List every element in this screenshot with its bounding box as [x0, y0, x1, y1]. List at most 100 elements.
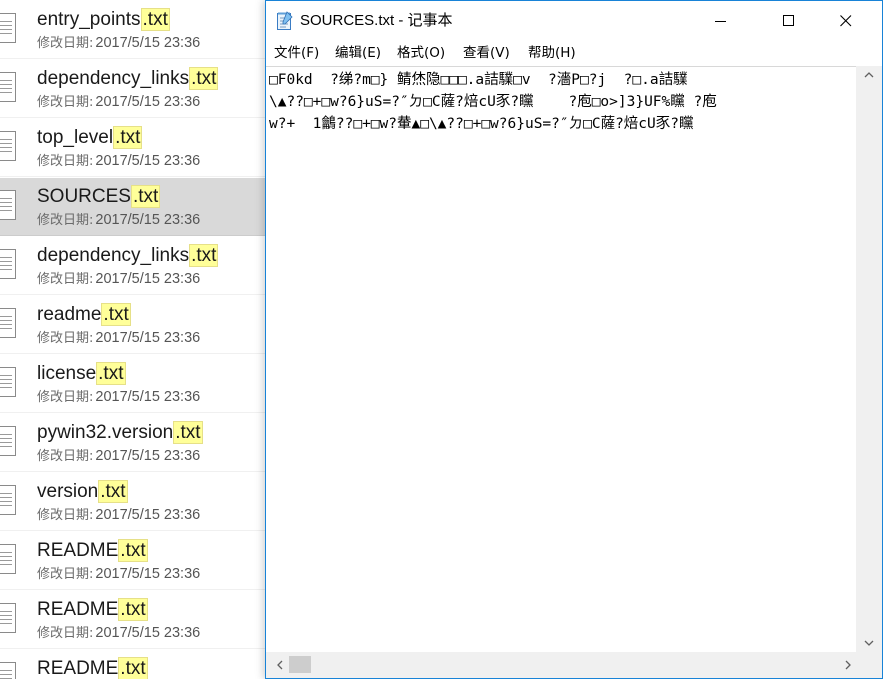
- file-name-base: top_level: [37, 127, 114, 148]
- modified-label: 修改日期:: [37, 626, 94, 641]
- modified-label: 修改日期:: [37, 508, 94, 523]
- file-name: README .txt: [37, 656, 148, 679]
- file-extension-highlight: .txt: [130, 185, 161, 208]
- modified-date: 2017/5/15 23:36: [95, 389, 201, 405]
- text-file-icon: [0, 367, 16, 397]
- file-name-base: SOURCES: [37, 186, 131, 207]
- chevron-down-icon: [864, 640, 874, 646]
- close-button[interactable]: [823, 1, 869, 41]
- search-result-item[interactable]: README .txt 修改日期: 2017/5/15 23:36: [0, 532, 268, 590]
- file-name: README .txt: [37, 538, 148, 564]
- modified-date: 2017/5/15 23:36: [95, 153, 201, 169]
- title-bar[interactable]: SOURCES.txt - 记事本: [266, 1, 882, 41]
- notepad-window: SOURCES.txt - 记事本 文件(F) 编辑(E) 格式(O) 查看(V…: [265, 0, 883, 679]
- search-result-item[interactable]: entry_points .txt 修改日期: 2017/5/15 23:36: [0, 1, 268, 59]
- file-extension-highlight: .txt: [118, 657, 148, 679]
- file-modified-meta: 修改日期: 2017/5/15 23:36: [37, 270, 200, 289]
- file-name-base: entry_points: [37, 9, 141, 30]
- modified-date: 2017/5/15 23:36: [95, 507, 201, 523]
- menu-edit[interactable]: 编辑(E): [335, 44, 381, 62]
- menu-bar: 文件(F) 编辑(E) 格式(O) 查看(V) 帮助(H): [266, 41, 882, 65]
- search-result-item[interactable]: license .txt 修改日期: 2017/5/15 23:36: [0, 355, 268, 413]
- modified-date: 2017/5/15 23:36: [95, 94, 201, 110]
- modified-date: 2017/5/15 23:36: [95, 330, 201, 346]
- file-name: dependency_links .txt: [37, 243, 219, 269]
- file-name: SOURCES .txt: [37, 184, 161, 210]
- notepad-icon: [276, 11, 293, 31]
- file-name-base: readme: [37, 304, 102, 325]
- menu-format[interactable]: 格式(O): [397, 44, 445, 62]
- search-result-item[interactable]: README .txt 修改日期: 2017/5/15 23:36: [0, 591, 268, 649]
- text-file-icon: [0, 603, 16, 633]
- file-name: version .txt: [37, 479, 128, 505]
- modified-date: 2017/5/15 23:36: [95, 35, 201, 51]
- vertical-scrollbar[interactable]: [856, 66, 882, 652]
- file-name: top_level .txt: [37, 125, 143, 151]
- modified-label: 修改日期:: [37, 331, 94, 346]
- file-name: license .txt: [37, 361, 126, 387]
- file-name: readme .txt: [37, 302, 131, 328]
- file-extension-highlight: .txt: [173, 421, 203, 444]
- maximize-button[interactable]: [766, 1, 812, 41]
- chevron-up-icon: [864, 72, 874, 78]
- text-file-icon: [0, 13, 16, 43]
- search-result-item[interactable]: readme .txt 修改日期: 2017/5/15 23:36: [0, 296, 268, 354]
- desktop-screen: entry_points .txt 修改日期: 2017/5/15 23:36 depe…: [0, 0, 883, 679]
- menu-help[interactable]: 帮助(H): [528, 44, 576, 62]
- horizontal-scroll-thumb[interactable]: [289, 656, 311, 673]
- file-modified-meta: 修改日期: 2017/5/15 23:36: [37, 506, 200, 525]
- file-modified-meta: 修改日期: 2017/5/15 23:36: [37, 624, 200, 643]
- text-file-icon: [0, 485, 16, 515]
- search-result-item[interactable]: SOURCES .txt 修改日期: 2017/5/15 23:36: [0, 178, 268, 236]
- search-result-item[interactable]: dependency_links .txt 修改日期: 2017/5/15 23:36: [0, 60, 268, 118]
- modified-label: 修改日期:: [37, 390, 94, 405]
- scroll-right-button[interactable]: [838, 652, 856, 678]
- search-result-item[interactable]: pywin32.version .txt 修改日期: 2017/5/15 23:36: [0, 414, 268, 472]
- file-name-base: dependency_links: [37, 245, 190, 266]
- file-modified-meta: 修改日期: 2017/5/15 23:36: [37, 388, 200, 407]
- file-name-base: dependency_links: [37, 68, 190, 89]
- scrollbar-corner: [856, 652, 882, 678]
- scroll-up-button[interactable]: [856, 66, 882, 84]
- search-result-item[interactable]: README .txt: [0, 650, 268, 679]
- file-modified-meta: 修改日期: 2017/5/15 23:36: [37, 447, 200, 466]
- text-file-icon: [0, 662, 16, 679]
- scroll-down-button[interactable]: [856, 634, 882, 652]
- minimize-icon: [715, 21, 726, 22]
- text-file-icon: [0, 190, 16, 220]
- horizontal-scrollbar[interactable]: [266, 652, 856, 678]
- modified-label: 修改日期:: [37, 449, 94, 464]
- file-extension-highlight: .txt: [101, 303, 131, 326]
- file-extension-highlight: .txt: [113, 126, 143, 149]
- file-modified-meta: 修改日期: 2017/5/15 23:36: [37, 34, 200, 53]
- file-name: README .txt: [37, 597, 148, 623]
- text-file-icon: [0, 544, 16, 574]
- file-modified-meta: 修改日期: 2017/5/15 23:36: [37, 565, 200, 584]
- scroll-left-button[interactable]: [270, 652, 288, 678]
- chevron-left-icon: [277, 660, 283, 670]
- file-name: entry_points .txt: [37, 7, 170, 33]
- file-extension-highlight: .txt: [140, 8, 170, 31]
- editor-text-line: \▲??□+□w?6}uS=?″ㄉ□C薩?焙cU豕?矘 ?庖□o>]3}UF%矘…: [269, 94, 717, 110]
- modified-date: 2017/5/15 23:36: [95, 212, 201, 228]
- modified-label: 修改日期:: [37, 213, 94, 228]
- minimize-button[interactable]: [698, 1, 744, 41]
- search-result-item[interactable]: dependency_links .txt 修改日期: 2017/5/15 23:36: [0, 237, 268, 295]
- search-result-item[interactable]: top_level .txt 修改日期: 2017/5/15 23:36: [0, 119, 268, 177]
- file-name-base: version: [37, 481, 99, 502]
- menu-file[interactable]: 文件(F): [274, 44, 319, 62]
- file-name: pywin32.version .txt: [37, 420, 203, 446]
- modified-label: 修改日期:: [37, 567, 94, 582]
- file-modified-meta: 修改日期: 2017/5/15 23:36: [37, 93, 200, 112]
- file-extension-highlight: .txt: [98, 480, 128, 503]
- text-editor-area[interactable]: □F0kd ?绨?m□} 鲭烋隐□□□.a詰驜□v ?濇P□?j ?□.a詰驜 …: [266, 66, 856, 653]
- editor-text[interactable]: □F0kd ?绨?m□} 鲭烋隐□□□.a詰驜□v ?濇P□?j ?□.a詰驜 …: [266, 67, 856, 135]
- text-file-icon: [0, 72, 16, 102]
- file-name-base: README: [37, 599, 119, 620]
- text-file-icon: [0, 426, 16, 456]
- editor-text-line: w?+ 1鸙??□+□w?輂▲□\▲??□+□w?6}uS=?″ㄉ□C薩?焙cU…: [269, 116, 694, 132]
- text-file-icon: [0, 308, 16, 338]
- menu-view[interactable]: 查看(V): [463, 44, 510, 62]
- close-icon: [840, 15, 852, 27]
- search-result-item[interactable]: version .txt 修改日期: 2017/5/15 23:36: [0, 473, 268, 531]
